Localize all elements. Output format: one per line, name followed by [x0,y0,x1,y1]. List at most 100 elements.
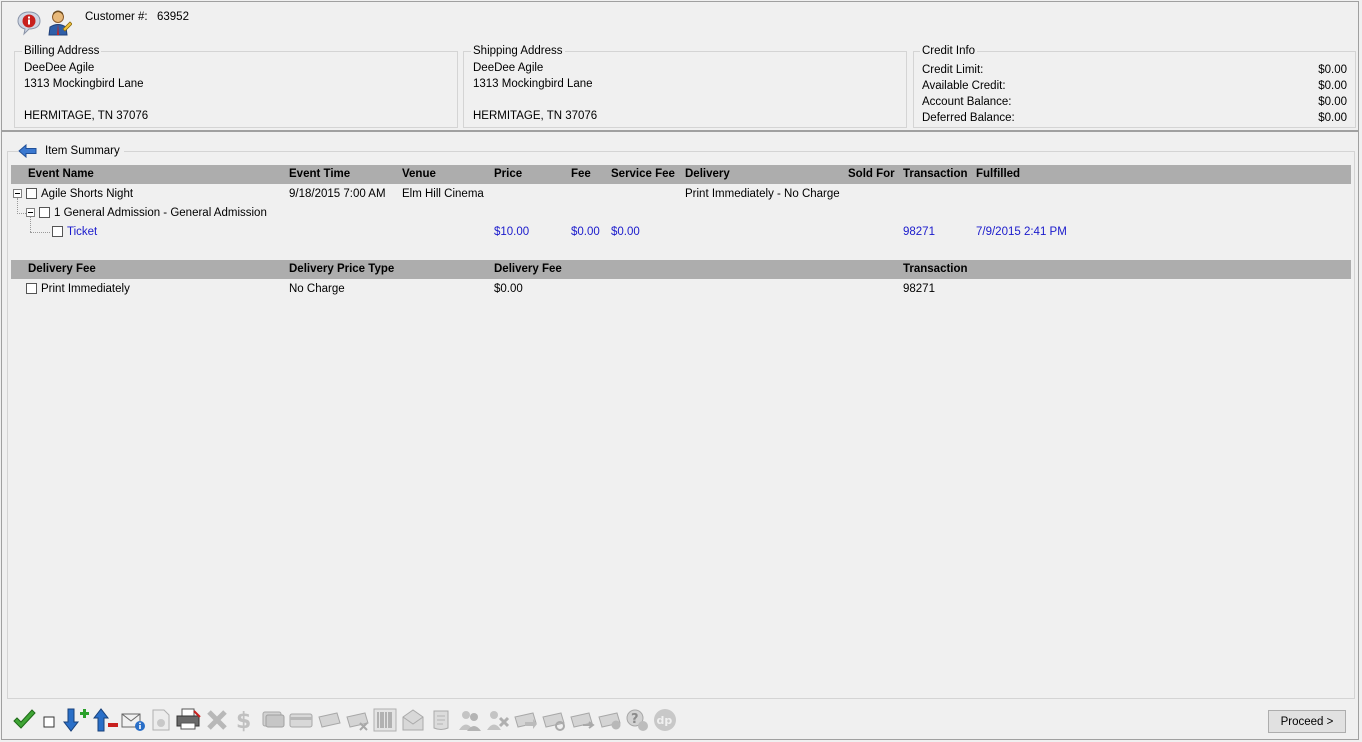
event-checkbox[interactable] [26,188,37,199]
billing-address-group: Billing Address DeeDee Agile 1313 Mockin… [14,44,458,128]
collapse-admission-toggle[interactable] [26,208,35,217]
tree-line [17,213,26,214]
collapse-event-toggle[interactable] [13,189,22,198]
printer-icon[interactable] [176,708,201,732]
available-credit-label: Available Credit: [922,80,1006,92]
delivery-price-type: No Charge [289,283,345,295]
col-event-time[interactable]: Event Time [289,167,350,182]
help-icon[interactable]: ? [625,708,649,732]
items-grid-header: Event Name Event Time Venue Price Fee Se… [11,165,1351,184]
shipping-city: HERMITAGE, TN 37076 [473,110,598,122]
delivery-fee: $0.00 [494,283,523,295]
col-delivery-transaction[interactable]: Transaction [903,262,968,277]
ticket-label[interactable]: Ticket [67,225,97,239]
col-delivery[interactable]: Delivery [685,167,730,182]
user-edit-icon[interactable] [46,9,73,37]
email-info-icon[interactable] [121,708,145,732]
proceed-button[interactable]: Proceed > [1268,710,1346,733]
col-venue[interactable]: Venue [402,167,436,182]
ticket-remove-icon[interactable] [345,708,369,732]
move-down-add-icon[interactable] [62,708,89,732]
col-delivery-price-type[interactable]: Delivery Price Type [289,262,394,277]
ticket-fulfilled: 7/9/2015 2:41 PM [976,226,1067,238]
item-summary-title: Item Summary [45,145,120,157]
ticket-icon[interactable] [317,708,341,732]
account-balance-row: Account Balance: $0.00 [922,94,1347,110]
card-icon[interactable] [288,708,313,732]
col-sold-for[interactable]: Sold For [848,167,895,182]
group-remove-icon[interactable] [485,708,510,732]
tree-line [17,198,18,214]
ticket-swap-icon[interactable] [569,708,595,732]
billing-city: HERMITAGE, TN 37076 [24,110,149,122]
header-separator [2,130,1359,132]
ticket-transaction[interactable]: 98271 [903,225,935,239]
col-transaction[interactable]: Transaction [903,167,968,182]
info-icon[interactable] [16,10,42,36]
available-credit-row: Available Credit: $0.00 [922,78,1347,94]
ticket-fee: $0.00 [571,226,600,238]
event-delivery: Print Immediately - No Charge [685,188,840,200]
ticket-refresh-icon[interactable] [597,708,621,732]
dp-icon[interactable]: dp [653,708,677,732]
customer-number: 63952 [157,11,189,23]
item-summary-panel [7,151,1355,699]
ticket-price: $10.00 [494,226,530,238]
col-delivery-fee[interactable]: Delivery Fee [494,262,562,277]
envelope-icon[interactable] [401,708,425,732]
move-up-remove-icon[interactable] [92,708,118,732]
col-price[interactable]: Price [494,167,522,182]
admission-label: 1 General Admission - General Admission [54,207,267,219]
billing-street: 1313 Mockingbird Lane [24,78,144,90]
delivery-checkbox[interactable] [26,283,37,294]
ticket-service-fee: $0.00 [611,226,640,238]
delivery-name: Print Immediately [41,283,130,295]
col-service-fee[interactable]: Service Fee [611,167,675,182]
svg-text:$: $ [236,709,251,732]
tree-line [30,217,31,232]
delivery-transaction: 98271 [903,283,935,295]
col-delivery-fee-name[interactable]: Delivery Fee [28,262,96,277]
dollar-icon[interactable]: $ [232,708,256,734]
shipping-address-title: Shipping Address [471,44,565,58]
document-info-icon[interactable] [150,708,174,732]
customer-label: Customer #: [85,11,148,23]
credit-info-group: Credit Info Credit Limit: $0.00 Availabl… [913,44,1356,128]
deferred-balance-label: Deferred Balance: [922,112,1015,124]
event-name: Agile Shorts Night [41,188,134,200]
item-summary-header: Item Summary [18,144,124,158]
delete-icon[interactable] [205,708,229,732]
group-icon[interactable] [457,708,481,732]
tree-line [30,232,50,233]
ticket-checkbox[interactable] [52,226,63,237]
event-time: 9/18/2015 7:00 AM [289,188,386,200]
admission-checkbox[interactable] [39,207,50,218]
scroll-icon[interactable] [429,708,453,732]
svg-text:dp: dp [657,714,673,727]
account-balance-value: $0.00 [1318,96,1347,108]
event-venue: Elm Hill Cinema [402,188,484,200]
svg-text:?: ? [631,712,639,727]
credit-info-title: Credit Info [920,44,978,58]
back-arrow-icon[interactable] [18,144,37,158]
delivery-grid-header: Delivery Fee Delivery Price Type Deliver… [11,260,1351,279]
deferred-balance-row: Deferred Balance: $0.00 [922,110,1347,126]
barcode-icon[interactable] [373,708,397,732]
ticket-arrow-icon[interactable] [513,708,537,732]
ticket-cancel-icon[interactable] [541,708,565,732]
col-event-name[interactable]: Event Name [28,167,94,182]
available-credit-value: $0.00 [1318,80,1347,92]
account-balance-label: Account Balance: [922,96,1012,108]
cash-icon[interactable] [260,708,285,732]
check-icon[interactable] [12,708,36,732]
checkbox-icon[interactable] [40,708,64,732]
col-fulfilled[interactable]: Fulfilled [976,167,1020,182]
deferred-balance-value: $0.00 [1318,112,1347,124]
shipping-address-group: Shipping Address DeeDee Agile 1313 Mocki… [463,44,907,128]
shipping-street: 1313 Mockingbird Lane [473,78,593,90]
billing-name: DeeDee Agile [24,62,95,74]
col-fee[interactable]: Fee [571,167,591,182]
billing-address-title: Billing Address [22,44,102,58]
credit-limit-value: $0.00 [1318,64,1347,76]
credit-limit-row: Credit Limit: $0.00 [922,62,1347,78]
